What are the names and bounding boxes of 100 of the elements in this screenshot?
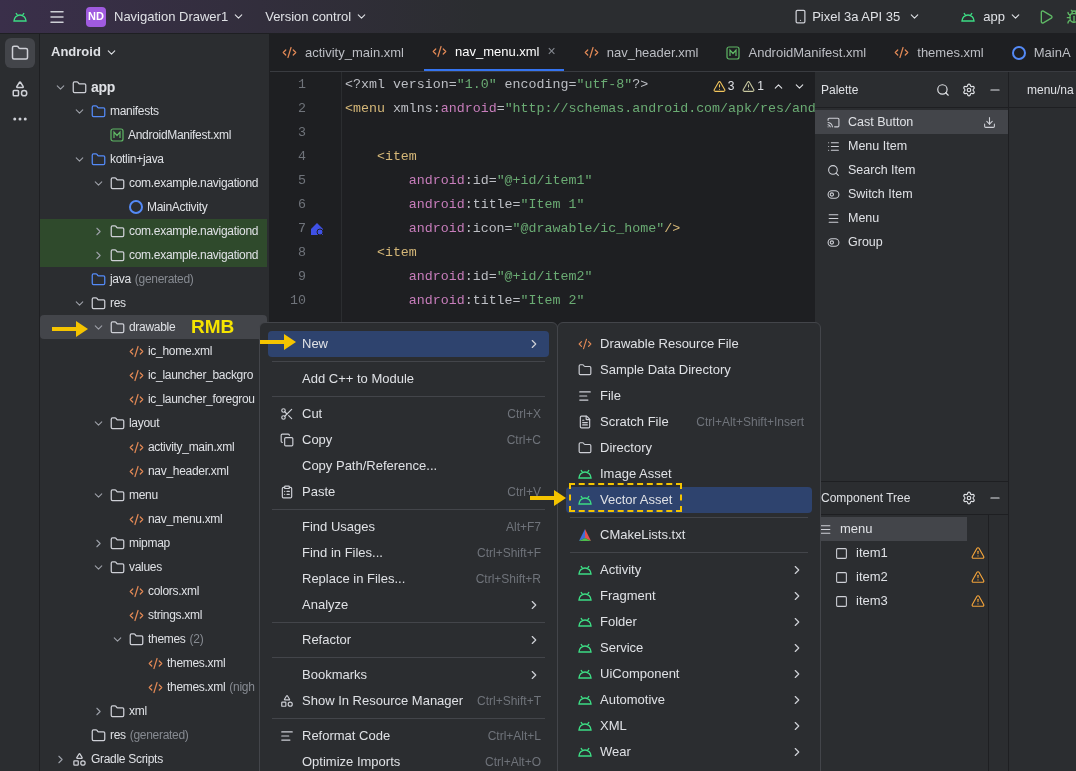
popup-action[interactable]: Scratch File Ctrl+Alt+Shift+Insert <box>566 409 812 435</box>
tree-item[interactable]: ic_home.xml <box>40 339 267 363</box>
popup-action[interactable]: Analyze <box>268 592 549 618</box>
popup-action[interactable]: File <box>566 383 812 409</box>
popup-action[interactable]: Copy Ctrl+C <box>268 427 549 453</box>
popup-action[interactable]: Add C++ to Module <box>268 366 549 392</box>
tree-item[interactable]: res <box>40 291 267 315</box>
tree-label: colors.xml <box>148 583 199 600</box>
project-dropdown[interactable]: Navigation Drawer1 <box>114 6 246 27</box>
settings-icon[interactable] <box>962 491 976 505</box>
xml-file-icon <box>129 463 144 479</box>
tree-label: mipmap <box>129 535 170 552</box>
popup-action[interactable]: Fragment <box>566 583 812 609</box>
popup-action[interactable]: Image Asset <box>566 461 812 487</box>
popup-action[interactable]: Find Usages Alt+F7 <box>268 514 549 540</box>
palette-item[interactable]: Menu <box>815 206 1008 230</box>
download-icon[interactable] <box>983 115 996 129</box>
tree-item[interactable]: com.example.navigationd <box>40 243 267 267</box>
tree-item[interactable]: ic_launcher_foregrou <box>40 387 267 411</box>
tree-item[interactable]: nav_menu.xml <box>40 507 267 531</box>
tree-item[interactable]: layout <box>40 411 267 435</box>
device-dropdown[interactable]: Pixel 3a API 35 <box>812 6 922 27</box>
tree-item[interactable]: colors.xml <box>40 579 267 603</box>
popup-action[interactable]: Find in Files... Ctrl+Shift+F <box>268 540 549 566</box>
tree-item[interactable]: strings.xml <box>40 603 267 627</box>
tree-item[interactable]: item1 <box>815 541 988 565</box>
palette-item[interactable]: Cast Button <box>815 110 1008 134</box>
popup-action[interactable]: Wear <box>566 739 812 765</box>
tree-item[interactable]: app <box>40 75 267 99</box>
tree-item[interactable]: drawable RMB <box>40 315 267 339</box>
palette-item[interactable]: Group <box>815 230 1008 254</box>
tree-item[interactable]: xml <box>40 699 267 723</box>
tree-item[interactable]: values <box>40 555 267 579</box>
editor-tab[interactable]: AndroidManifest.xml <box>718 34 875 71</box>
module-folder-icon <box>72 79 87 95</box>
popup-action[interactable]: CMakeLists.txt <box>566 522 812 548</box>
editor-tab[interactable]: MainA <box>1003 34 1076 71</box>
popup-action[interactable]: New <box>268 331 549 357</box>
popup-action[interactable]: Copy Path/Reference... <box>268 453 549 479</box>
palette-item[interactable]: Switch Item <box>815 182 1008 206</box>
project-tool-button[interactable] <box>4 38 35 68</box>
popup-action[interactable]: Show In Resource Manager Ctrl+Shift+T <box>268 688 549 714</box>
popup-action[interactable]: Drawable Resource File <box>566 331 812 357</box>
tree-item[interactable]: MainActivity <box>40 195 267 219</box>
tree-item[interactable]: mipmap <box>40 531 267 555</box>
popup-action[interactable]: Optimize Imports Ctrl+Alt+O <box>268 749 549 771</box>
popup-action[interactable]: Folder <box>566 609 812 635</box>
tree-item[interactable]: themes.xml (nigh <box>40 675 267 699</box>
popup-action[interactable]: UiComponent <box>566 661 812 687</box>
popup-action[interactable]: Cut Ctrl+X <box>268 401 549 427</box>
popup-action[interactable]: Bookmarks <box>268 662 549 688</box>
tree-item[interactable]: nav_header.xml <box>40 459 267 483</box>
vcs-dropdown[interactable]: Version control <box>265 6 369 27</box>
palette-item[interactable]: Menu Item <box>815 134 1008 158</box>
tree-item[interactable]: themes.xml <box>40 651 267 675</box>
tree-item[interactable]: item3 <box>815 589 988 613</box>
shapes-icon[interactable] <box>10 80 29 98</box>
tree-item[interactable]: com.example.navigationd <box>40 171 267 195</box>
popup-action[interactable]: Directory <box>566 435 812 461</box>
tree-item[interactable]: ic_launcher_backgro <box>40 363 267 387</box>
weak-warning-count[interactable]: 1 <box>742 77 764 95</box>
tree-item[interactable]: AndroidManifest.xml <box>40 123 267 147</box>
tree-item[interactable]: res (generated) <box>40 723 267 747</box>
warning-count[interactable]: 3 <box>712 77 735 95</box>
palette-item[interactable]: Search Item <box>815 158 1008 182</box>
tree-item[interactable]: menu <box>40 483 267 507</box>
android-icon <box>578 721 592 731</box>
tree-item[interactable]: com.example.navigationd <box>40 219 267 243</box>
popup-action[interactable]: Paste Ctrl+V <box>268 479 549 505</box>
tree-label: AndroidManifest.xml <box>128 127 231 144</box>
popup-action[interactable]: Refactor <box>268 627 549 653</box>
view-selector[interactable]: Android <box>51 42 118 62</box>
close-tab-icon[interactable]: × <box>547 41 556 62</box>
popup-action[interactable]: Automotive <box>566 687 812 713</box>
tree-item[interactable]: activity_main.xml <box>40 435 267 459</box>
xml-file-icon <box>583 45 599 60</box>
copy-icon <box>280 433 294 447</box>
popup-action[interactable]: XML <box>566 713 812 739</box>
editor-tab[interactable]: nav_menu.xml × <box>423 34 564 71</box>
popup-action[interactable]: Sample Data Directory <box>566 357 812 383</box>
tree-item[interactable]: Gradle Scripts <box>40 747 267 771</box>
tree-item[interactable]: item2 <box>815 565 988 589</box>
run-icon[interactable] <box>1038 8 1054 25</box>
popup-action[interactable]: Reformat Code Ctrl+Alt+L <box>268 723 549 749</box>
editor-tab[interactable]: activity_main.xml <box>274 34 412 71</box>
tree-item[interactable]: kotlin+java <box>40 147 267 171</box>
popup-action[interactable]: Replace in Files... Ctrl+Shift+R <box>268 566 549 592</box>
tree-item[interactable]: manifests <box>40 99 267 123</box>
editor-tab[interactable]: themes.xml <box>886 34 992 71</box>
run-config-dropdown[interactable]: app <box>983 6 1022 27</box>
search-icon[interactable] <box>936 82 950 97</box>
android-icon <box>961 11 976 22</box>
settings-icon[interactable] <box>962 82 976 97</box>
popup-action[interactable]: Activity <box>566 557 812 583</box>
editor-tab[interactable]: nav_header.xml <box>575 34 707 71</box>
tree-item[interactable]: java (generated) <box>40 267 267 291</box>
menu-icon <box>819 522 832 536</box>
tree-item[interactable]: themes (2) <box>40 627 267 651</box>
popup-action[interactable]: Service <box>566 635 812 661</box>
scratch-file-icon <box>578 415 592 429</box>
